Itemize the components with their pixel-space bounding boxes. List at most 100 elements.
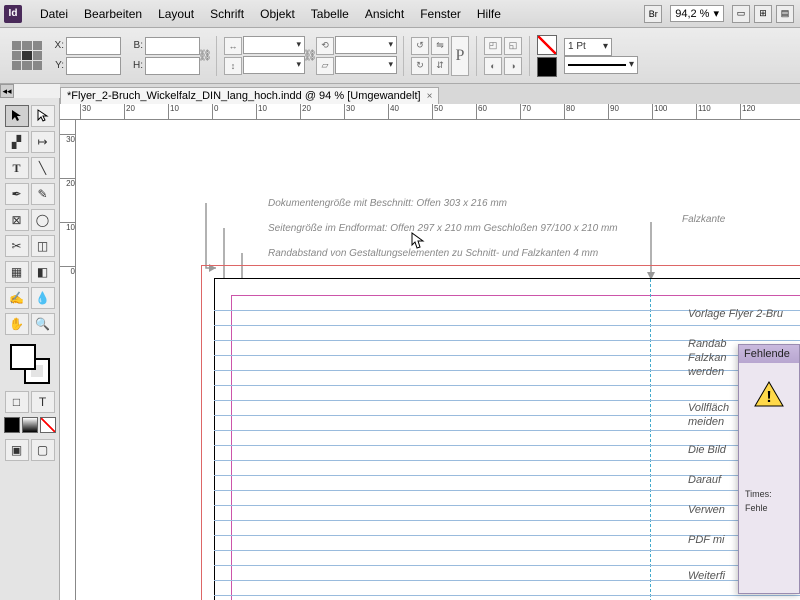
missing-fonts-dialog[interactable]: Fehlende ! Times: Fehle	[738, 344, 800, 594]
scale-y-icon[interactable]: ↕	[224, 57, 242, 75]
y-label: Y:	[50, 60, 64, 71]
stroke-weight-input[interactable]: 1 Pt▾	[564, 38, 612, 56]
apply-none-icon[interactable]	[40, 417, 56, 433]
scissors-tool[interactable]: ✂	[5, 235, 29, 257]
select-next-icon[interactable]: ◑	[504, 57, 522, 75]
close-tab-icon[interactable]: ×	[427, 91, 433, 102]
panel-collapse-icon[interactable]: ◂◂	[0, 84, 14, 98]
menu-hilfe[interactable]: Hilfe	[469, 3, 509, 25]
select-container-icon[interactable]: ◰	[484, 37, 502, 55]
warning-icon: !	[754, 381, 784, 407]
trim-box	[214, 278, 800, 600]
ruler-tick: 10	[256, 104, 267, 120]
scale-x-input[interactable]: ▾	[243, 36, 305, 54]
page-tool[interactable]: ▞	[5, 131, 29, 153]
bridge-icon[interactable]: Br	[644, 5, 662, 23]
annotation-docsize: Dokumentengröße mit Beschnitt: Offen 303…	[268, 198, 507, 209]
w-label: B:	[129, 40, 143, 51]
rotate-icon[interactable]: ⟲	[316, 37, 334, 55]
scale-y-input[interactable]: ▾	[243, 56, 305, 74]
menu-objekt[interactable]: Objekt	[252, 3, 303, 25]
fill-stroke-swatch[interactable]	[10, 344, 50, 384]
stroke-weight-value: 1 Pt	[568, 41, 586, 52]
menu-layout[interactable]: Layout	[150, 3, 202, 25]
document-canvas[interactable]: Dokumentengröße mit Beschnitt: Offen 303…	[76, 120, 800, 600]
free-transform-tool[interactable]: ◫	[31, 235, 55, 257]
ellipse-tool[interactable]: ◯	[31, 209, 55, 231]
body-line: Verwen	[688, 504, 725, 516]
shear-input[interactable]: ▾	[335, 56, 397, 74]
pen-tool[interactable]: ✒	[5, 183, 29, 205]
height-input[interactable]	[145, 57, 200, 75]
y-input[interactable]	[66, 57, 121, 75]
select-content-icon[interactable]: ◱	[504, 37, 522, 55]
pencil-tool[interactable]: ✎	[31, 183, 55, 205]
body-line: Randab	[688, 338, 727, 350]
arrange-icon[interactable]: ⊞	[754, 5, 772, 23]
menu-ansicht[interactable]: Ansicht	[357, 3, 412, 25]
menu-schrift[interactable]: Schrift	[202, 3, 252, 25]
body-line: PDF mi	[688, 534, 724, 546]
apply-color-icon[interactable]	[4, 417, 20, 433]
menu-datei[interactable]: Datei	[32, 3, 76, 25]
ruler-tick: 50	[432, 104, 443, 120]
workspace-icon[interactable]: ▤	[776, 5, 794, 23]
width-input[interactable]	[145, 37, 200, 55]
direct-selection-tool[interactable]	[31, 105, 55, 127]
type-tool[interactable]: T	[5, 157, 29, 179]
screen-mode-icon[interactable]: ▭	[732, 5, 750, 23]
horizontal-ruler[interactable]: 30 20 10 0 10 20 30 40 50 60 70 80 90 10…	[60, 104, 800, 120]
scale-x-icon[interactable]: ↔	[224, 37, 242, 55]
view-mode-normal-icon[interactable]: ▣	[5, 439, 29, 461]
annotation-falzkante: Falzkante	[682, 214, 725, 225]
shear-icon[interactable]: ▱	[316, 57, 334, 75]
fold-line	[650, 279, 651, 600]
ruler-tick: 10	[60, 222, 76, 232]
body-line: Die Bild	[688, 444, 726, 456]
document-tab[interactable]: *Flyer_2-Bruch_Wickelfalz_DIN_lang_hoch.…	[60, 87, 439, 104]
ruler-tick: 0	[60, 266, 76, 276]
rotate-input[interactable]: ▾	[335, 36, 397, 54]
rotate-cw-icon[interactable]: ↻	[411, 57, 429, 75]
flip-h-icon[interactable]: ⇋	[431, 37, 449, 55]
formatting-container-icon[interactable]: □	[5, 391, 29, 413]
zoom-tool[interactable]: 🔍	[31, 313, 55, 335]
formatting-text-icon[interactable]: T	[31, 391, 55, 413]
menu-bearbeiten[interactable]: Bearbeiten	[76, 3, 150, 25]
ruler-tick: 120	[740, 104, 755, 120]
gap-tool[interactable]: ↦	[31, 131, 55, 153]
rectangle-frame-tool[interactable]: ⊠	[5, 209, 29, 231]
menu-fenster[interactable]: Fenster	[412, 3, 469, 25]
x-input[interactable]	[66, 37, 121, 55]
x-label: X:	[50, 40, 64, 51]
fill-swatch[interactable]	[537, 35, 557, 55]
selection-tool[interactable]	[5, 105, 29, 127]
vertical-ruler[interactable]: 30 20 10 0	[60, 120, 76, 600]
line-tool[interactable]: ╲	[31, 157, 55, 179]
constrain-scale-icon[interactable]: ⛓	[305, 38, 315, 73]
reference-point-grid[interactable]	[12, 41, 42, 71]
rotate-ccw-icon[interactable]: ↺	[411, 37, 429, 55]
zoom-value: 94,2 %	[675, 8, 709, 20]
dialog-text: Fehle	[739, 499, 799, 513]
dialog-text: Times:	[739, 485, 799, 499]
menu-tabelle[interactable]: Tabelle	[303, 3, 357, 25]
paragraph-icon[interactable]: P	[451, 36, 469, 76]
stroke-swatch[interactable]	[537, 57, 557, 77]
document-tab-title: *Flyer_2-Bruch_Wickelfalz_DIN_lang_hoch.…	[67, 90, 421, 102]
hand-tool[interactable]: ✋	[5, 313, 29, 335]
constrain-proportions-icon[interactable]: ⛓	[200, 38, 210, 73]
gradient-feather-tool[interactable]: ◧	[31, 261, 55, 283]
gradient-swatch-tool[interactable]: ▦	[5, 261, 29, 283]
annotation-pagesize: Seitengröße im Endformat: Offen 297 x 21…	[268, 223, 618, 234]
body-line: Vollfläch	[688, 402, 729, 414]
flip-v-icon[interactable]: ⇵	[431, 57, 449, 75]
h-label: H:	[129, 60, 143, 71]
zoom-level[interactable]: 94,2 %▾	[670, 5, 724, 22]
eyedropper-tool[interactable]: 💧	[31, 287, 55, 309]
apply-gradient-icon[interactable]	[22, 417, 38, 433]
view-mode-preview-icon[interactable]: ▢	[31, 439, 55, 461]
stroke-style-input[interactable]: ▾	[564, 56, 638, 74]
select-prev-icon[interactable]: ◐	[484, 57, 502, 75]
note-tool[interactable]: ✍	[5, 287, 29, 309]
